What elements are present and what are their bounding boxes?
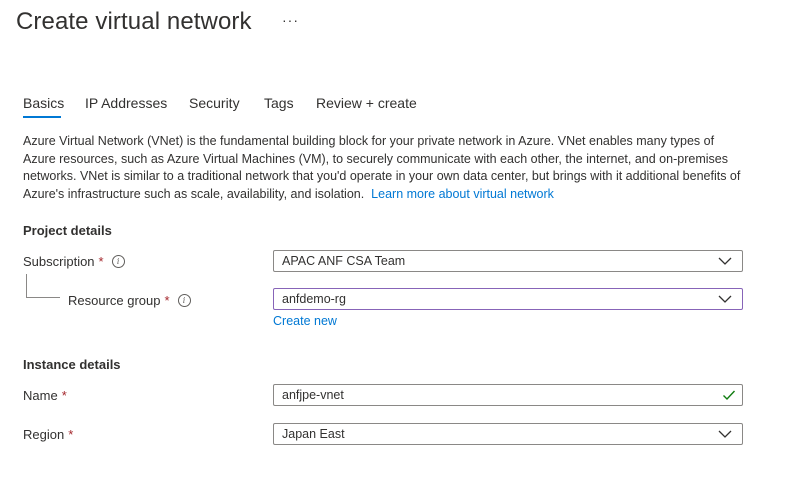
subscription-label: Subscription * i [23, 254, 125, 269]
page-title: Create virtual network [16, 8, 252, 35]
tab-review-create[interactable]: Review + create [316, 95, 417, 111]
required-indicator: * [68, 427, 74, 442]
subscription-label-text: Subscription [23, 254, 95, 269]
region-label: Region * [23, 427, 73, 442]
info-icon[interactable]: i [177, 294, 191, 307]
required-indicator: * [164, 293, 170, 308]
tab-basics[interactable]: Basics [23, 95, 64, 111]
subscription-value: APAC ANF CSA Team [282, 254, 406, 268]
tab-ip-addresses[interactable]: IP Addresses [85, 95, 167, 111]
resource-group-label: Resource group * i [68, 293, 191, 308]
resource-group-dropdown[interactable]: anfdemo-rg [273, 288, 743, 310]
name-input[interactable]: anfjpe-vnet [273, 384, 743, 406]
more-options-button[interactable]: ··· [282, 12, 299, 28]
required-indicator: * [98, 254, 104, 269]
tree-connector-vertical [26, 274, 27, 297]
name-value: anfjpe-vnet [282, 388, 344, 402]
tree-connector-horizontal [26, 297, 60, 298]
subscription-dropdown[interactable]: APAC ANF CSA Team [273, 250, 743, 272]
name-label-text: Name [23, 388, 58, 403]
info-icon[interactable]: i [111, 255, 125, 268]
region-value: Japan East [282, 427, 345, 441]
chevron-down-icon [718, 430, 732, 438]
learn-more-link[interactable]: Learn more about virtual network [371, 187, 554, 201]
description: Azure Virtual Network (VNet) is the fund… [23, 133, 743, 204]
instance-details-heading: Instance details [23, 357, 121, 372]
create-new-link[interactable]: Create new [273, 314, 337, 328]
region-dropdown[interactable]: Japan East [273, 423, 743, 445]
region-label-text: Region [23, 427, 65, 442]
checkmark-icon [723, 390, 736, 401]
project-details-heading: Project details [23, 223, 112, 238]
tab-tags[interactable]: Tags [264, 95, 294, 111]
required-indicator: * [61, 388, 67, 403]
name-label: Name * [23, 388, 67, 403]
active-tab-indicator [23, 116, 61, 118]
resource-group-label-text: Resource group [68, 293, 161, 308]
chevron-down-icon [718, 295, 732, 303]
resource-group-value: anfdemo-rg [282, 292, 346, 306]
tab-security[interactable]: Security [189, 95, 240, 111]
chevron-down-icon [718, 257, 732, 265]
